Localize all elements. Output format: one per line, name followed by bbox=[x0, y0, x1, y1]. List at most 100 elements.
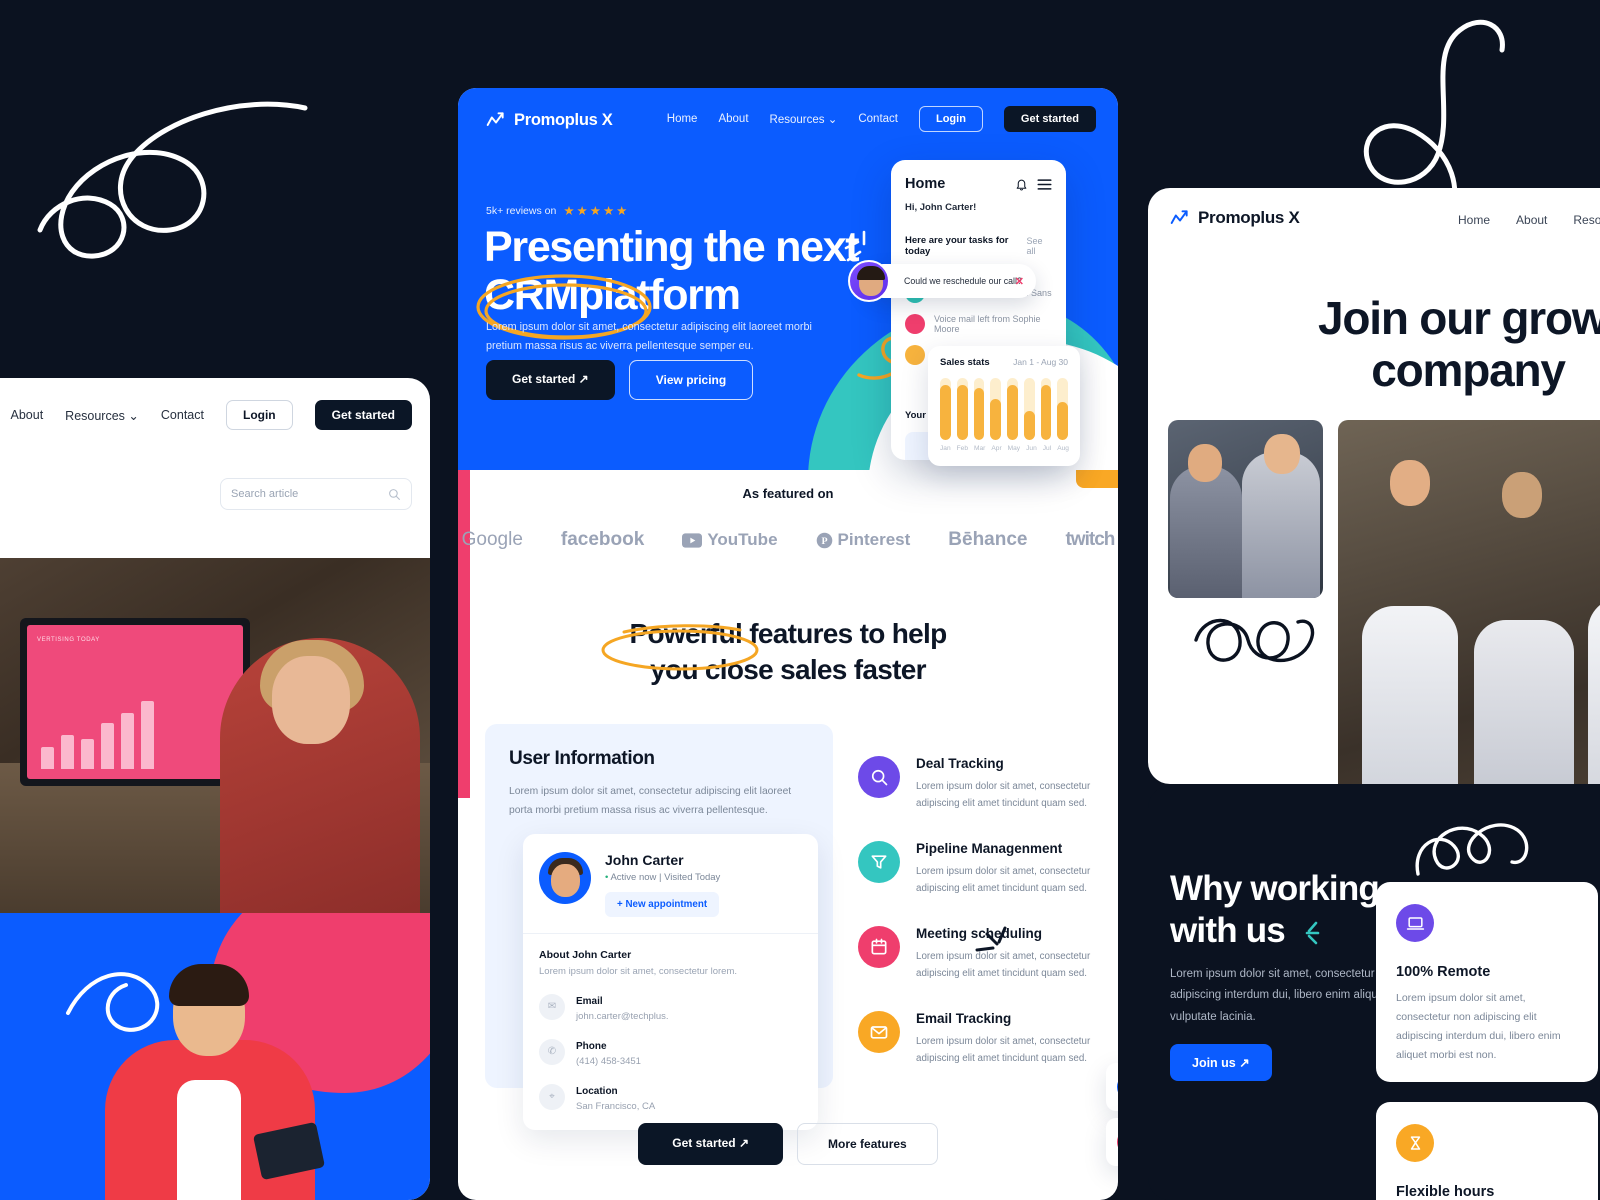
bar-fill bbox=[940, 385, 951, 440]
bar-tick-label: Jun bbox=[1026, 445, 1037, 452]
reschedule-notification[interactable]: Could we reschedule our call? ✕ bbox=[848, 260, 1036, 302]
logo-behance: Bēhance bbox=[948, 529, 1028, 550]
powerful-circle-scribble bbox=[601, 624, 759, 671]
contact-label: Phone bbox=[576, 1041, 607, 1052]
logo-youtube: YouTube bbox=[682, 530, 778, 550]
left-nav-about[interactable]: About bbox=[11, 408, 44, 422]
sparkle-icon bbox=[1305, 921, 1320, 945]
features-heading: Powerful features to help you close sale… bbox=[629, 618, 947, 686]
profile-card-header: John Carter • Active now | Visited Today… bbox=[523, 834, 818, 933]
bar-fill bbox=[990, 399, 1001, 440]
bar-fill bbox=[956, 385, 968, 440]
monitor-screen-label: VERTISING TODAY bbox=[37, 637, 100, 643]
pinterest-icon: P bbox=[816, 532, 832, 548]
contact-row-phone: ✆ Phone (414) 458-3451 bbox=[539, 1036, 802, 1067]
bar-column bbox=[1057, 378, 1068, 440]
hero-nav-resources[interactable]: Resources ⌄ bbox=[770, 112, 838, 126]
bell-icon[interactable] bbox=[1015, 178, 1028, 191]
person bbox=[1362, 606, 1458, 784]
bar-fill bbox=[1007, 385, 1018, 440]
bar-tick-label: Aug bbox=[1057, 445, 1069, 452]
task-item[interactable]: Voice mail left from Sophie Moore bbox=[905, 314, 1052, 334]
careers-heading: Join our growi company bbox=[1317, 292, 1600, 396]
hero-nav-contact[interactable]: Contact bbox=[858, 113, 898, 125]
chevron-down-icon: ⌄ bbox=[128, 408, 139, 423]
left-get-started-button[interactable]: Get started bbox=[314, 400, 412, 430]
hamburger-menu-icon[interactable] bbox=[1037, 178, 1052, 191]
location-pin-icon: ⌖ bbox=[539, 1083, 565, 1110]
right-panel-logo[interactable]: Promoplus X bbox=[1170, 208, 1300, 228]
hero-cta-primary[interactable]: Get started ↗ bbox=[486, 360, 615, 400]
bar-column bbox=[1040, 378, 1052, 440]
left-nav-resources[interactable]: Resources ⌄ bbox=[65, 408, 139, 423]
bottom-cta-group: Get started ↗ More features bbox=[458, 1123, 1118, 1165]
join-us-button[interactable]: Join us ↗ bbox=[1170, 1044, 1272, 1081]
bar-column bbox=[956, 378, 968, 440]
right-nav-about[interactable]: About bbox=[1516, 213, 1547, 227]
sales-stats-xticks: Jan Feb Mar Apr May Jun Jul Aug bbox=[940, 445, 1069, 452]
careers-preview-panel: Promoplus X Home About Resourc Join our … bbox=[1148, 188, 1600, 784]
monitor-mockup: VERTISING TODAY bbox=[20, 618, 250, 786]
left-nav-contact[interactable]: Contact bbox=[161, 408, 204, 422]
bar-fill bbox=[1057, 401, 1068, 440]
bar-tick-label: Jul bbox=[1042, 445, 1052, 452]
star-rating-icon: ★★★★★ bbox=[563, 204, 630, 218]
benefit-text-remote: Lorem ipsum dolor sit amet, consectetur … bbox=[1396, 992, 1561, 1061]
office-photo: VERTISING TODAY bbox=[0, 558, 430, 913]
contact-label: Email bbox=[576, 996, 603, 1007]
contact-label: Location bbox=[576, 1086, 618, 1097]
profile-card: John Carter • Active now | Visited Today… bbox=[523, 834, 818, 1130]
user-information-block: User Information Lorem ipsum dolor sit a… bbox=[485, 724, 833, 1130]
face bbox=[272, 656, 350, 744]
right-nav-home[interactable]: Home bbox=[1458, 213, 1490, 227]
right-panel-brand-name: Promoplus X bbox=[1198, 208, 1300, 227]
search-input-placeholder: Search article bbox=[231, 488, 299, 500]
right-nav-resources[interactable]: Resourc bbox=[1573, 213, 1600, 227]
left-panel-nav: Home About Resources ⌄ Contact Login Get… bbox=[0, 400, 412, 430]
contact-chip-john[interactable]: John Carter• Active now ✉ bbox=[1106, 1063, 1118, 1111]
feature-title: Pipeline Managenment bbox=[916, 841, 1063, 856]
hero-nav-home[interactable]: Home bbox=[667, 113, 698, 125]
see-all-link[interactable]: See all bbox=[1027, 236, 1052, 256]
hero-cta-secondary[interactable]: View pricing bbox=[628, 360, 754, 400]
contact-row-location: ⌖ Location San Francisco, CA bbox=[539, 1081, 802, 1112]
contact-value: (414) 458-3451 bbox=[576, 1056, 641, 1067]
person bbox=[1474, 620, 1574, 784]
bar-tick-label: Feb bbox=[956, 445, 969, 452]
envelope-icon bbox=[858, 1011, 900, 1053]
bar-tick-label: Mar bbox=[974, 445, 986, 452]
shirt bbox=[177, 1080, 241, 1200]
app-card-greeting: Hi, John Carter! bbox=[905, 202, 977, 213]
more-features-button[interactable]: More features bbox=[797, 1123, 938, 1165]
profile-visited: Visited Today bbox=[664, 872, 721, 883]
feature-item-pipeline: Pipeline Managenment Lorem ipsum dolor si… bbox=[858, 841, 1106, 897]
reviews-badge: 5k+ reviews on ★★★★★ bbox=[486, 203, 629, 218]
avatar bbox=[539, 852, 591, 904]
sales-stats-title: Sales stats bbox=[940, 357, 990, 368]
hero-get-started-button[interactable]: Get started bbox=[1003, 106, 1096, 132]
monitor-bar-chart bbox=[41, 701, 154, 769]
tasks-label: Here are your tasks for today bbox=[905, 235, 1009, 257]
laptop-icon bbox=[1396, 904, 1434, 942]
feature-text: Lorem ipsum dolor sit amet, consectetur … bbox=[916, 1036, 1091, 1065]
task-text: Voice mail left from Sophie Moore bbox=[934, 314, 1041, 334]
newsletter-paragraph: iscing elit blandit non subjections. bbox=[0, 1081, 50, 1100]
bar-tick-label: May bbox=[1007, 445, 1021, 452]
bar-fill bbox=[973, 387, 985, 440]
app-card-tasks-header: Here are your tasks for today See all bbox=[905, 235, 1052, 257]
monitor-screen: VERTISING TODAY bbox=[27, 625, 243, 779]
bottom-get-started-button[interactable]: Get started ↗ bbox=[638, 1123, 784, 1165]
hero-login-button[interactable]: Login bbox=[918, 106, 983, 132]
hero-nav-about[interactable]: About bbox=[718, 113, 748, 125]
new-appointment-button[interactable]: + New appointment bbox=[605, 892, 720, 917]
search-input[interactable]: Search article bbox=[220, 478, 412, 510]
bar-fill bbox=[1040, 385, 1052, 440]
team-photo-1 bbox=[1168, 420, 1323, 598]
hourglass-icon bbox=[1396, 1124, 1434, 1162]
close-x-icon[interactable]: ✕ bbox=[1015, 275, 1024, 288]
featured-logos: Google facebook YouTube P Pinterest Bēhan… bbox=[458, 529, 1118, 551]
hero-logo[interactable]: Promoplus X bbox=[486, 110, 613, 130]
contact-value: San Francisco, CA bbox=[576, 1101, 656, 1112]
left-login-button[interactable]: Login bbox=[225, 400, 293, 430]
logo-google: Google bbox=[461, 529, 523, 550]
